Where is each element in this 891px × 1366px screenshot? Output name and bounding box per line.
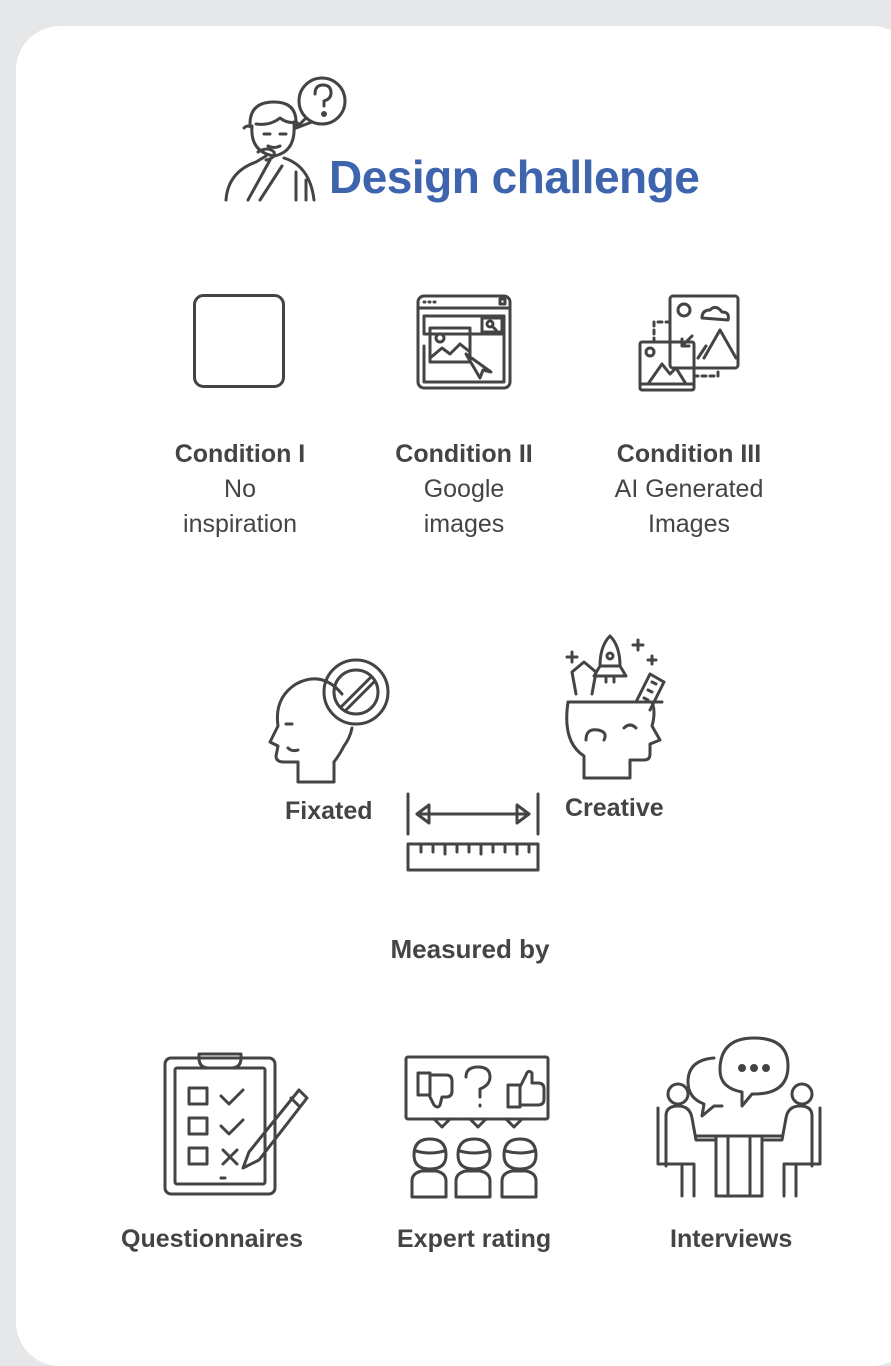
clipboard-checklist-icon — [163, 1052, 309, 1196]
fixated-head-icon — [268, 658, 390, 784]
condition-3-sub2: Images — [648, 510, 730, 538]
ai-images-icon — [638, 294, 740, 392]
condition-1-sub2: inspiration — [183, 510, 297, 538]
condition-2-heading: Condition II — [395, 440, 533, 468]
questionnaires-label: Questionnaires — [121, 1225, 303, 1253]
condition-3-sub1: AI Generated — [614, 475, 764, 503]
condition-1: Condition I No inspiration — [140, 437, 340, 542]
expert-panel-icon — [404, 1055, 550, 1199]
condition-3: Condition III AI Generated Images — [579, 437, 799, 542]
interviews-label: Interviews — [670, 1225, 793, 1253]
browser-image-search-icon — [416, 294, 512, 390]
creative-head-icon — [565, 634, 666, 780]
condition-2: Condition II Google images — [364, 437, 564, 542]
measured-by-label: Measured by — [390, 934, 550, 964]
fixated-label: Fixated — [285, 797, 373, 825]
interview-table-icon — [656, 1036, 822, 1198]
condition-2-sub1: Google — [423, 475, 505, 503]
ruler-measure-icon — [406, 792, 540, 872]
condition-3-heading: Condition III — [616, 440, 762, 468]
condition-2-sub2: images — [423, 510, 505, 538]
condition-1-heading: Condition I — [174, 440, 306, 468]
blank-square-icon — [193, 294, 285, 388]
creative-label: Creative — [565, 794, 664, 822]
condition-1-sub1: No — [224, 475, 256, 503]
expert-rating-label: Expert rating — [397, 1225, 552, 1253]
page-title: Design challenge — [329, 151, 700, 203]
